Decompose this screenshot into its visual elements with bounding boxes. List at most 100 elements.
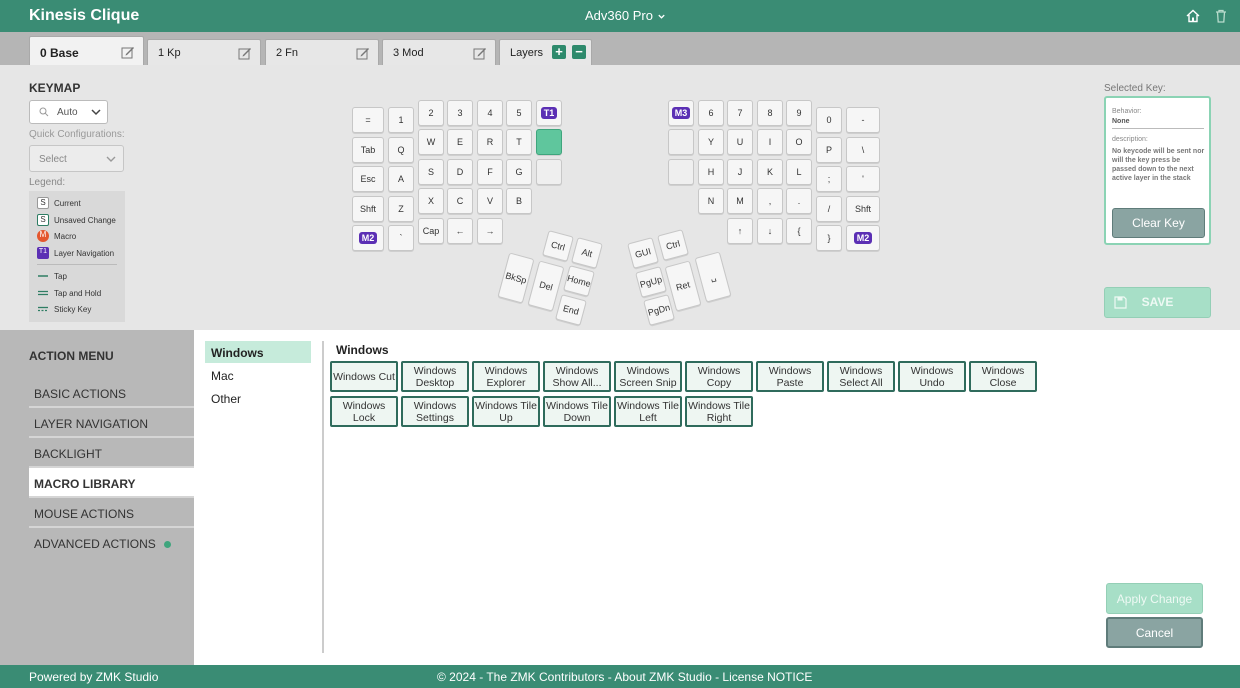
key-comma[interactable]: , [757,188,783,214]
key-left-brace[interactable]: { [786,218,812,244]
key-period[interactable]: . [786,188,812,214]
key-macro-m2-left[interactable]: M2 [352,225,384,251]
key-p[interactable]: P [816,137,842,163]
key-1[interactable]: 1 [388,107,414,133]
auto-select[interactable]: Auto [29,100,108,124]
macro-button[interactable]: Windows Tile Right [685,396,753,427]
key-left-alt[interactable]: Alt [571,237,603,269]
menu-backlight[interactable]: BACKLIGHT [29,438,194,468]
key-k[interactable]: K [757,159,783,185]
key-9[interactable]: 9 [786,100,812,126]
key-4[interactable]: 4 [477,100,503,126]
tab-layer-0[interactable]: 0 Base [29,36,144,65]
key-page-up[interactable]: PgUp [635,266,667,298]
category-windows[interactable]: Windows [205,341,311,363]
key-page-down[interactable]: PgDn [643,294,675,326]
key-d[interactable]: D [447,159,473,185]
key-o[interactable]: O [786,129,812,155]
save-button[interactable]: SAVE [1104,287,1211,318]
macro-button[interactable]: Windows Cut [330,361,398,392]
macro-button[interactable]: Windows Paste [756,361,824,392]
macro-button[interactable]: Windows Show All... [543,361,611,392]
key-equals[interactable]: = [352,107,384,133]
key-left-ctrl[interactable]: Ctrl [542,230,574,262]
key-e[interactable]: E [447,129,473,155]
key-right-ctrl[interactable]: Ctrl [657,229,689,261]
key-y[interactable]: Y [698,129,724,155]
key-z[interactable]: Z [388,196,414,222]
key-b[interactable]: B [506,188,532,214]
key-j[interactable]: J [727,159,753,185]
macro-button[interactable]: Windows Tile Up [472,396,540,427]
key-backslash[interactable]: \ [846,137,880,163]
edit-icon[interactable] [238,46,252,60]
key-0[interactable]: 0 [816,107,842,133]
key-space[interactable]: ␣ [694,251,732,303]
key-right-arrow[interactable]: → [477,218,503,244]
trash-icon[interactable] [1213,8,1229,24]
model-dropdown[interactable]: Adv360 Pro [585,8,666,23]
edit-icon[interactable] [473,46,487,60]
key-x[interactable]: X [418,188,444,214]
macro-button[interactable]: Windows Settings [401,396,469,427]
key-semicolon[interactable]: ; [816,166,842,192]
category-other[interactable]: Other [205,387,311,409]
macro-button[interactable]: Windows Tile Down [543,396,611,427]
quick-config-select[interactable]: Select [29,145,124,172]
macro-button[interactable]: Windows Select All [827,361,895,392]
key-8[interactable]: 8 [757,100,783,126]
category-mac[interactable]: Mac [205,364,311,386]
key-slash[interactable]: / [816,196,842,222]
macro-button[interactable]: Windows Desktop [401,361,469,392]
macro-button[interactable]: Windows Copy [685,361,753,392]
key-end[interactable]: End [555,294,587,326]
footer-links[interactable]: © 2024 - The ZMK Contributors - About ZM… [437,670,812,684]
macro-button[interactable]: Windows Undo [898,361,966,392]
key-5[interactable]: 5 [506,100,532,126]
key-down-arrow[interactable]: ↓ [757,218,783,244]
tab-layer-1[interactable]: 1 Kp [147,39,261,65]
key-esc[interactable]: Esc [352,166,384,192]
key-tab[interactable]: Tab [352,137,384,163]
macro-button[interactable]: Windows Lock [330,396,398,427]
key-r[interactable]: R [477,129,503,155]
clear-key-button[interactable]: Clear Key [1112,208,1205,238]
key-caps[interactable]: Cap [418,218,444,244]
key-w[interactable]: W [418,129,444,155]
key-v[interactable]: V [477,188,503,214]
key-macro-m2-right[interactable]: M2 [846,225,880,251]
edit-icon[interactable] [356,46,370,60]
key-empty[interactable] [668,159,694,185]
key-right-brace[interactable]: } [816,225,842,251]
macro-button[interactable]: Windows Close [969,361,1037,392]
edit-icon[interactable] [121,45,135,59]
key-macro-m3[interactable]: M3 [668,100,694,126]
home-icon[interactable] [1185,8,1201,24]
key-selected[interactable] [536,129,562,155]
key-right-shift[interactable]: Shft [846,196,880,222]
macro-button[interactable]: Windows Tile Left [614,396,682,427]
menu-advanced-actions[interactable]: ADVANCED ACTIONS [29,528,194,558]
add-layer-button[interactable]: + [552,45,566,59]
key-3[interactable]: 3 [447,100,473,126]
key-6[interactable]: 6 [698,100,724,126]
key-left-shift[interactable]: Shft [352,196,384,222]
macro-button[interactable]: Windows Screen Snip [614,361,682,392]
key-u[interactable]: U [727,129,753,155]
tab-layer-2[interactable]: 2 Fn [265,39,379,65]
menu-basic-actions[interactable]: BASIC ACTIONS [29,378,194,408]
remove-layer-button[interactable]: − [572,45,586,59]
key-h[interactable]: H [698,159,724,185]
key-l[interactable]: L [786,159,812,185]
key-backtick[interactable]: ` [388,225,414,251]
key-7[interactable]: 7 [727,100,753,126]
key-empty[interactable] [536,159,562,185]
key-n[interactable]: N [698,188,724,214]
key-m[interactable]: M [727,188,753,214]
key-i[interactable]: I [757,129,783,155]
key-left-arrow[interactable]: ← [447,218,473,244]
menu-layer-navigation[interactable]: LAYER NAVIGATION [29,408,194,438]
key-home[interactable]: Home [563,265,595,297]
apply-change-button[interactable]: Apply Change [1106,583,1203,614]
key-g[interactable]: G [506,159,532,185]
